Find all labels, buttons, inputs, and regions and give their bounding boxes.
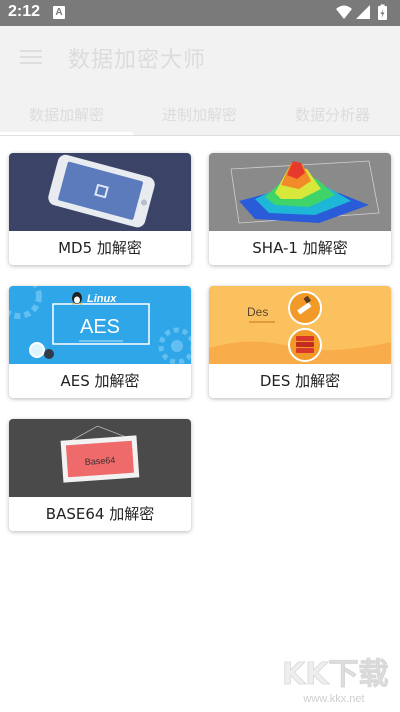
base64-image: Base64 [9, 419, 191, 497]
tux-icon [72, 292, 82, 305]
card-label: MD5 加解密 [58, 239, 142, 257]
card-label: BASE64 加解密 [45, 505, 155, 523]
des-image: Des [209, 286, 391, 364]
card-md5[interactable]: MD5 加解密 [9, 153, 191, 265]
hamburger-menu-icon[interactable] [20, 48, 42, 66]
tab-data-encrypt[interactable]: 数据加解密 [0, 100, 133, 130]
key-icon [288, 291, 322, 325]
base64-banner-text: Base64 [84, 455, 115, 467]
aes-banner-text: AES [80, 316, 120, 338]
database-icon [288, 328, 322, 362]
card-sha1[interactable]: SHA-1 加解密 [209, 153, 391, 265]
sha1-image [209, 153, 391, 231]
status-icons [334, 3, 394, 23]
md5-image [9, 153, 191, 231]
signal-icon [356, 5, 370, 19]
card-base64[interactable]: Base64 BASE64 加解密 [9, 419, 191, 531]
status-time: 2:12 [8, 3, 41, 20]
des-banner-text: Des [247, 305, 268, 319]
watermark-logo-text: KK下载 [282, 657, 389, 692]
aes-image: Linux AES [9, 286, 191, 364]
card-label: SHA-1 加解密 [252, 239, 348, 257]
wifi-icon [336, 5, 352, 19]
tab-base-encrypt[interactable]: 进制加解密 [133, 100, 266, 130]
tab-bar: 数据加解密 进制加解密 数据分析器 [0, 96, 400, 136]
card-label: AES 加解密 [60, 372, 140, 390]
card-aes[interactable]: Linux AES AES 加解密 [9, 286, 191, 398]
card-label: DES 加解密 [259, 372, 341, 390]
notification-icon: A [53, 6, 65, 19]
tab-data-analyzer[interactable]: 数据分析器 [266, 100, 399, 130]
aes-banner-title: Linux [87, 293, 117, 305]
status-bar: 2:12 A [0, 0, 400, 26]
card-des[interactable]: Des DES 加解密 [209, 286, 391, 398]
watermark-url: www.kkx.net [302, 693, 364, 705]
watermark-logo: KK下载 www.kkx.net [278, 648, 394, 706]
battery-icon [378, 4, 387, 20]
tab-indicator [0, 132, 133, 135]
app-bar: 数据加密大师 数据加解密 进制加解密 数据分析器 [0, 26, 400, 136]
app-title: 数据加密大师 [68, 48, 207, 73]
